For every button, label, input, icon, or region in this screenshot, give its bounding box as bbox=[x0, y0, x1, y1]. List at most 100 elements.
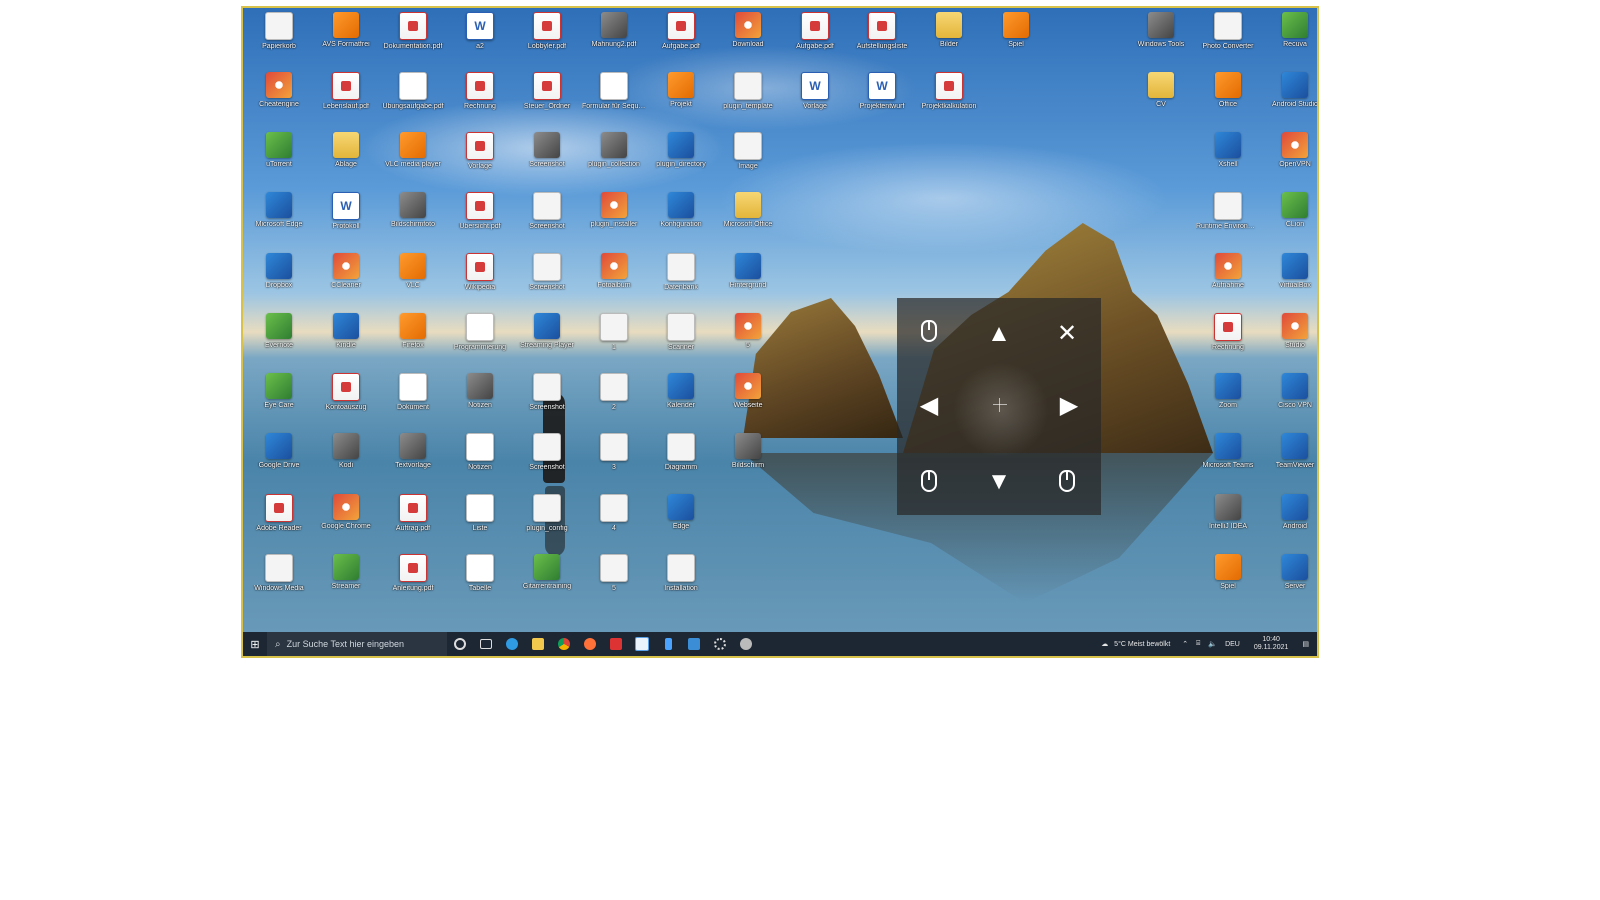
desktop-icon[interactable]: Vorlage bbox=[783, 70, 847, 128]
desktop-icon[interactable]: plugin_directory bbox=[649, 130, 713, 188]
desktop-icon[interactable]: Übersicht.pdf bbox=[448, 190, 512, 248]
right-click-button[interactable] bbox=[1049, 470, 1085, 500]
desktop-icon[interactable]: Programmierung bbox=[448, 311, 512, 369]
desktop-icon[interactable]: Aufstellungsliste bbox=[850, 10, 914, 68]
left-click-button[interactable] bbox=[911, 320, 947, 350]
desktop-icon[interactable]: Tabelle bbox=[448, 552, 512, 610]
desktop-icon[interactable]: Screenshot bbox=[515, 371, 579, 429]
taskbar-app-gray[interactable] bbox=[733, 632, 759, 656]
desktop-icon[interactable]: Lebenslauf.pdf bbox=[314, 70, 378, 128]
desktop-icon[interactable]: Steuer_Ordner bbox=[515, 70, 579, 128]
taskbar-settings[interactable] bbox=[707, 632, 733, 656]
desktop-icon[interactable]: Adobe Reader bbox=[247, 492, 311, 550]
desktop-icon[interactable]: Edge bbox=[649, 492, 713, 550]
desktop-icon[interactable]: plugin_template bbox=[716, 70, 780, 128]
desktop-icon[interactable]: Installation bbox=[649, 552, 713, 610]
desktop-icon[interactable]: Scanner bbox=[649, 311, 713, 369]
desktop-icon[interactable]: Microsoft Office bbox=[716, 190, 780, 248]
desktop-icon[interactable]: Evernote bbox=[247, 311, 311, 369]
desktop-icon[interactable]: Aufgabe.pdf bbox=[783, 10, 847, 68]
desktop-icon[interactable]: IntelliJ IDEA bbox=[1196, 492, 1260, 550]
language-indicator[interactable]: DEU bbox=[1225, 641, 1240, 648]
desktop-icon[interactable]: 2 bbox=[582, 371, 646, 429]
desktop-icon[interactable]: Zoom bbox=[1196, 371, 1260, 429]
desktop-icon[interactable]: Auftrag.pdf bbox=[381, 492, 445, 550]
desktop-icon[interactable]: Microsoft Edge bbox=[247, 190, 311, 248]
desktop-icon[interactable]: Diagramm bbox=[649, 431, 713, 489]
taskbar-search[interactable]: ⌕ Zur Suche Text hier eingeben bbox=[267, 632, 447, 656]
move-right-button[interactable]: ▶ bbox=[1051, 394, 1087, 424]
desktop-icon[interactable]: CCleaner bbox=[314, 251, 378, 309]
desktop-icon[interactable]: 3 bbox=[582, 431, 646, 489]
desktop-icon[interactable]: Ablage bbox=[314, 130, 378, 188]
desktop-icon[interactable]: Wikipedia bbox=[448, 251, 512, 309]
desktop-icon[interactable]: Windows Tools bbox=[1129, 10, 1193, 68]
desktop-icon[interactable]: CV bbox=[1129, 70, 1193, 128]
desktop-icon[interactable]: Formular für Sequenzer bbox=[582, 70, 646, 128]
taskbar-app-red[interactable] bbox=[603, 632, 629, 656]
desktop-icon[interactable]: Dropbox bbox=[247, 251, 311, 309]
desktop-icon[interactable]: Streaming Player bbox=[515, 311, 579, 369]
desktop-icon[interactable]: Bildschirm bbox=[716, 431, 780, 489]
desktop-icon[interactable]: Screenshot bbox=[515, 251, 579, 309]
desktop-icon[interactable]: Hintergrund bbox=[716, 251, 780, 309]
desktop-icon[interactable]: AVS Formatfrei bbox=[314, 10, 378, 68]
desktop-icon[interactable]: Webseite bbox=[716, 371, 780, 429]
taskbar-firefox[interactable] bbox=[577, 632, 603, 656]
desktop-icon[interactable]: Download bbox=[716, 10, 780, 68]
desktop-icon[interactable]: Projektkalkulation bbox=[917, 70, 981, 128]
desktop-icon[interactable]: 5 bbox=[716, 311, 780, 369]
taskbar-mail[interactable] bbox=[681, 632, 707, 656]
desktop-icon[interactable]: Studio bbox=[1263, 311, 1317, 369]
task-view-button[interactable] bbox=[473, 632, 499, 656]
taskbar-chrome[interactable] bbox=[551, 632, 577, 656]
desktop-icon[interactable]: Gitarrentraining bbox=[515, 552, 579, 610]
desktop-icon[interactable]: 4 bbox=[582, 492, 646, 550]
desktop-icon[interactable]: Image bbox=[716, 130, 780, 188]
desktop-icon[interactable]: Vorlage bbox=[448, 130, 512, 188]
desktop-icon[interactable]: Dokument bbox=[381, 371, 445, 429]
desktop-icon[interactable]: Fotoalbum bbox=[582, 251, 646, 309]
desktop-icon[interactable]: Dokumentation.pdf bbox=[381, 10, 445, 68]
desktop-icon[interactable]: Kontoauszug bbox=[314, 371, 378, 429]
close-overlay-button[interactable]: ✕ bbox=[1049, 322, 1085, 352]
desktop-icon[interactable]: Notizen bbox=[448, 371, 512, 429]
start-button[interactable]: ⊞ bbox=[243, 632, 267, 656]
desktop-icon[interactable]: Liste bbox=[448, 492, 512, 550]
network-icon[interactable]: ⌸ bbox=[1196, 640, 1200, 648]
desktop-icon[interactable]: Kodi bbox=[314, 431, 378, 489]
desktop-icon[interactable]: Kalender bbox=[649, 371, 713, 429]
move-up-button[interactable]: ▲ bbox=[981, 322, 1017, 352]
taskbar-app-blue[interactable] bbox=[629, 632, 655, 656]
cortana-button[interactable] bbox=[447, 632, 473, 656]
desktop-icon[interactable]: Rechnung bbox=[448, 70, 512, 128]
desktop-icon[interactable]: Eye Care bbox=[247, 371, 311, 429]
taskbar-explorer[interactable] bbox=[525, 632, 551, 656]
desktop-icon[interactable]: Anleitung.pdf bbox=[381, 552, 445, 610]
move-left-button[interactable]: ◀ bbox=[911, 394, 947, 424]
desktop-icon[interactable]: OpenVPN bbox=[1263, 130, 1317, 188]
desktop-icon[interactable]: Recuva bbox=[1263, 10, 1317, 68]
desktop-icon[interactable]: CLion bbox=[1263, 190, 1317, 248]
desktop-icon[interactable]: Screenshot bbox=[515, 130, 579, 188]
desktop-icon[interactable]: Android Studio bbox=[1263, 70, 1317, 128]
desktop-icon[interactable]: Photo Converter bbox=[1196, 10, 1260, 68]
desktop-icon[interactable]: Projekt bbox=[649, 70, 713, 128]
desktop-icon[interactable]: Spiel bbox=[1196, 552, 1260, 610]
desktop-icon[interactable]: Server bbox=[1263, 552, 1317, 610]
desktop-icon[interactable]: Runtime Environment bbox=[1196, 190, 1260, 248]
desktop-icon[interactable]: Windows Media bbox=[247, 552, 311, 610]
move-down-button[interactable]: ▼ bbox=[981, 470, 1017, 500]
desktop-icon[interactable]: plugin_collection bbox=[582, 130, 646, 188]
desktop-icon[interactable]: Übungsaufgabe.pdf bbox=[381, 70, 445, 128]
desktop-icon[interactable]: Konfiguration bbox=[649, 190, 713, 248]
desktop-icon[interactable]: Kindle bbox=[314, 311, 378, 369]
tray-chevron-icon[interactable]: ⌃ bbox=[1182, 640, 1188, 648]
desktop-icon[interactable]: Datenbank bbox=[649, 251, 713, 309]
desktop-icon[interactable]: Projektentwurf bbox=[850, 70, 914, 128]
double-click-button[interactable] bbox=[911, 470, 947, 500]
desktop-icon[interactable]: Bildschirmfoto bbox=[381, 190, 445, 248]
desktop-icon[interactable]: plugin_config bbox=[515, 492, 579, 550]
desktop-icon[interactable]: 5 bbox=[582, 552, 646, 610]
desktop-icon[interactable]: Papierkorb bbox=[247, 10, 311, 68]
